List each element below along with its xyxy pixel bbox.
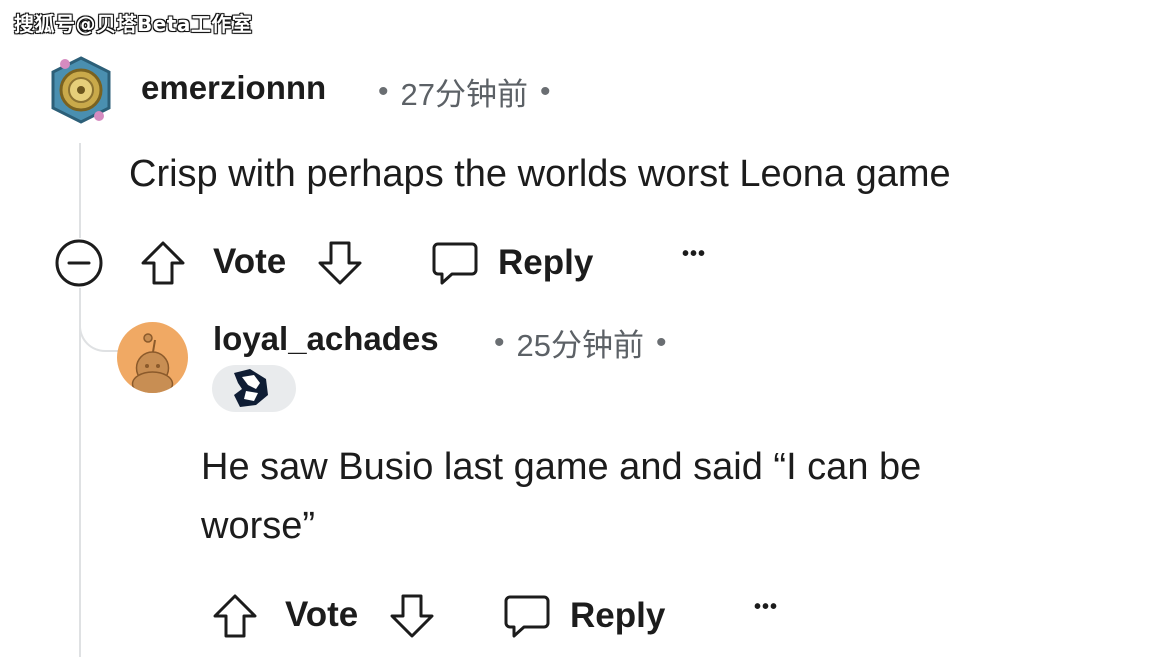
comment-meta: • 27分钟前 •: [378, 69, 551, 114]
thread-line-main-lower[interactable]: [79, 288, 81, 657]
downvote-button[interactable]: [388, 591, 438, 641]
comment-body-line: He saw Busio last game and said “I can b…: [201, 446, 922, 488]
separator-dot: •: [494, 325, 505, 359]
more-dots-icon: •••: [754, 596, 779, 618]
upvote-arrow-icon: [141, 241, 185, 285]
reply-button[interactable]: Reply: [430, 238, 593, 288]
downvote-arrow-icon: [318, 241, 362, 285]
vote-label: Vote: [213, 242, 287, 281]
comment-timestamp[interactable]: 27分钟前: [401, 69, 528, 114]
reply-bubble-icon: [504, 595, 550, 638]
snoo-avatar-icon: [131, 333, 174, 393]
separator-dot: •: [656, 325, 667, 359]
comment-author[interactable]: emerzionnn: [141, 69, 326, 107]
comment-body-line: worse”: [201, 505, 316, 547]
separator-dot: •: [540, 74, 551, 108]
downvote-button[interactable]: [316, 238, 366, 288]
collapse-minus-icon: [55, 239, 103, 287]
collapse-button[interactable]: [54, 238, 104, 288]
comment-body: Crisp with perhaps the worlds worst Leon…: [129, 153, 951, 195]
user-flair: [212, 365, 296, 412]
thread-line-main[interactable]: [79, 143, 81, 238]
separator-dot: •: [378, 74, 389, 108]
upvote-button[interactable]: [139, 238, 189, 288]
upvote-button[interactable]: [211, 591, 261, 641]
comment-timestamp[interactable]: 25分钟前: [517, 320, 644, 365]
vote-label: Vote: [285, 595, 359, 634]
watermark: 搜狐号@贝塔Beta工作室: [14, 12, 253, 36]
upvote-arrow-icon: [213, 594, 257, 638]
downvote-arrow-icon: [390, 594, 434, 638]
reply-bubble-icon: [432, 242, 478, 285]
reply-label: Reply: [498, 243, 594, 282]
avatar[interactable]: [117, 322, 188, 393]
comment-author[interactable]: loyal_achades: [213, 320, 439, 358]
comment-meta: • 25分钟前 •: [494, 320, 667, 365]
thread-elbow: [79, 288, 119, 352]
reply-label: Reply: [570, 596, 666, 635]
reply-button[interactable]: Reply: [502, 591, 665, 641]
avatar[interactable]: [49, 54, 113, 126]
more-options-button[interactable]: •••: [682, 243, 706, 266]
more-dots-icon: •••: [682, 243, 707, 265]
avatar-emblem-icon: [51, 56, 111, 124]
team-liquid-horse-icon: [234, 369, 268, 407]
more-options-button[interactable]: •••: [754, 596, 778, 619]
